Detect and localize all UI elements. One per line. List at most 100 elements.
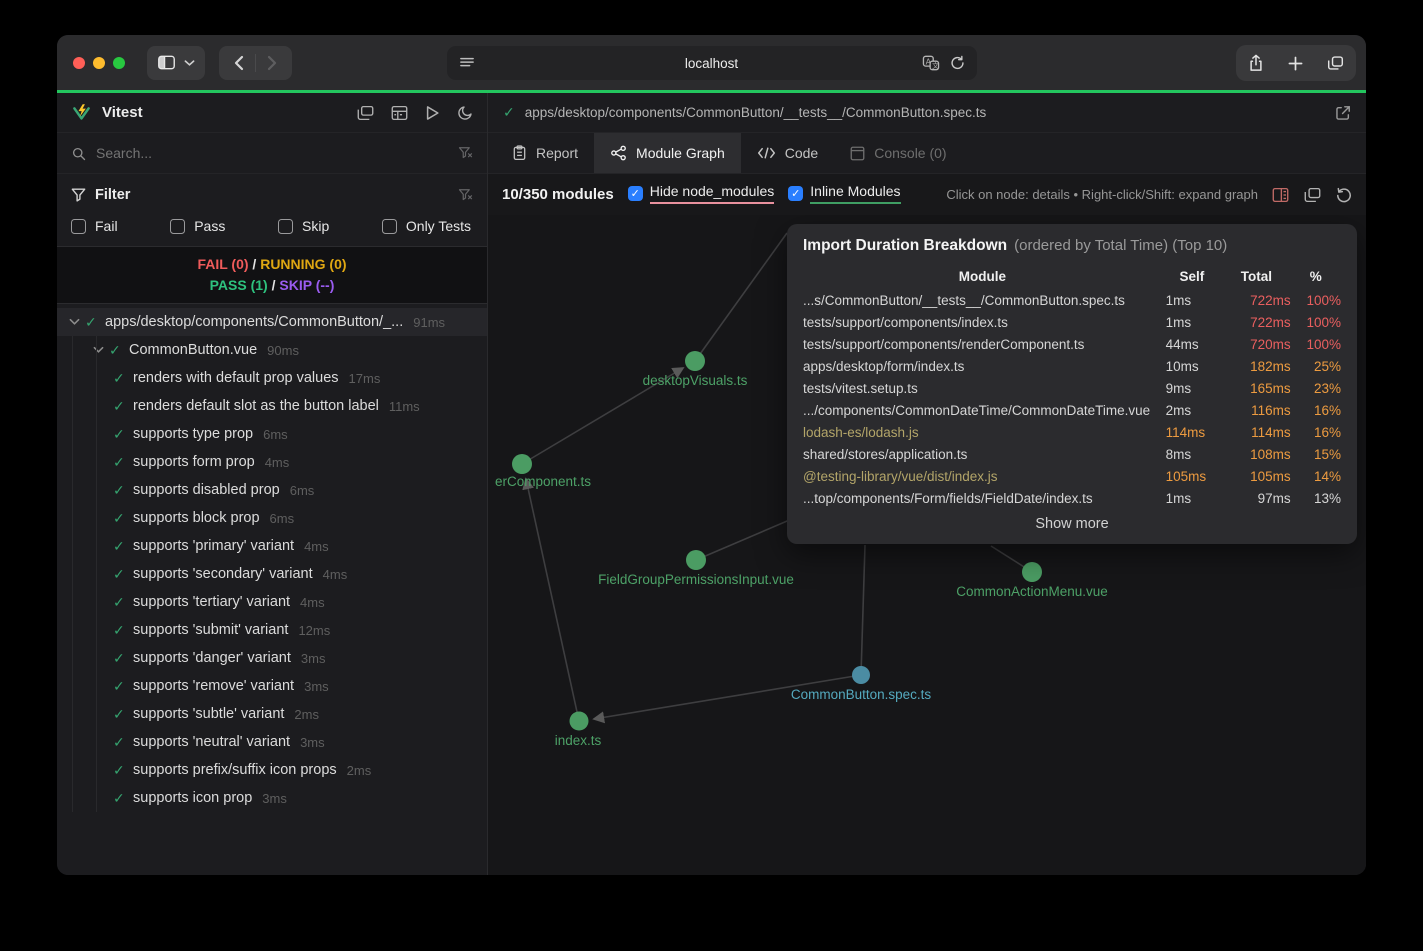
run-all-icon[interactable] (425, 105, 440, 121)
pass-check-icon: ✓ (113, 426, 133, 443)
chevron-down-icon[interactable] (87, 346, 109, 354)
checked-checkbox-icon[interactable]: ✓ (788, 186, 803, 201)
graph-node-desktopvisuals[interactable] (685, 351, 705, 371)
checked-checkbox-icon[interactable]: ✓ (628, 186, 643, 201)
breakdown-row[interactable]: shared/stores/application.ts 8ms 108ms 1… (803, 443, 1341, 465)
test-row[interactable]: ✓ apps/desktop/components/CommonButton/_… (57, 308, 487, 336)
browser-window: localhost A文 (57, 35, 1366, 875)
toggle-inline-modules[interactable]: ✓ Inline Modules (788, 183, 900, 206)
reload-icon[interactable] (950, 55, 965, 71)
pass-check-icon: ✓ (85, 314, 105, 331)
filter-checkbox-skip[interactable]: Skip (278, 218, 329, 234)
test-row[interactable]: ✓ supports 'tertiary' variant 4ms (57, 588, 487, 616)
test-row[interactable]: ✓ supports prefix/suffix icon props 2ms (57, 756, 487, 784)
clear-filter-icon[interactable] (458, 188, 473, 202)
test-tree: ✓ apps/desktop/components/CommonButton/_… (57, 304, 487, 875)
dashboard-icon[interactable] (391, 105, 408, 121)
toggle-hide-node-modules[interactable]: ✓ Hide node_modules (628, 183, 775, 206)
report-icon (512, 145, 527, 161)
graph-node-fieldgrouppermissionsinput[interactable] (686, 550, 706, 570)
graph-node-label: FieldGroupPermissionsInput.vue (598, 572, 794, 587)
graph-node-commonbuttonspec[interactable] (852, 666, 870, 684)
tab-console-0[interactable]: Console (0) (834, 133, 962, 173)
test-row[interactable]: ✓ supports block prop 6ms (57, 504, 487, 532)
new-tab-icon[interactable] (1288, 56, 1303, 71)
legend-icon[interactable] (1272, 187, 1289, 203)
search-input[interactable] (96, 145, 448, 161)
translate-icon[interactable]: A文 (922, 55, 940, 71)
breakdown-row[interactable]: @testing-library/vue/dist/index.js 105ms… (803, 465, 1341, 487)
filter-checkbox-pass[interactable]: Pass (170, 218, 225, 234)
show-more-button[interactable]: Show more (803, 516, 1341, 532)
panels-icon[interactable] (357, 105, 374, 121)
pass-check-icon: ✓ (113, 566, 133, 583)
pass-check-icon: ✓ (113, 762, 133, 779)
test-row[interactable]: ✓ supports 'secondary' variant 4ms (57, 560, 487, 588)
reset-graph-icon[interactable] (1336, 187, 1352, 203)
breakdown-row[interactable]: tests/vitest.setup.ts 9ms 165ms 23% (803, 377, 1341, 399)
test-row[interactable]: ✓ CommonButton.vue 90ms (57, 336, 487, 364)
breakdown-row[interactable]: ...s/CommonButton/__tests__/CommonButton… (803, 289, 1341, 311)
test-row[interactable]: ✓ supports 'submit' variant 12ms (57, 616, 487, 644)
test-row[interactable]: ✓ supports 'remove' variant 3ms (57, 672, 487, 700)
vitest-logo-icon (71, 103, 92, 123)
graph-node-label: erComponent.ts (495, 474, 591, 489)
chevron-down-icon[interactable] (63, 318, 85, 326)
breakdown-col-self: Self (1162, 263, 1222, 289)
minimize-button[interactable] (93, 57, 105, 69)
checkbox-icon (278, 219, 293, 234)
breakdown-row[interactable]: tests/support/components/renderComponent… (803, 333, 1341, 355)
test-row[interactable]: ✓ supports 'neutral' variant 3ms (57, 728, 487, 756)
tab-module-graph[interactable]: Module Graph (594, 133, 741, 173)
console-icon (850, 146, 865, 161)
svg-text:文: 文 (932, 61, 939, 70)
graph-node-rendercomponent[interactable] (512, 454, 532, 474)
dark-mode-icon[interactable] (457, 105, 473, 121)
test-row[interactable]: ✓ supports type prop 6ms (57, 420, 487, 448)
breakdown-row[interactable]: ...top/components/Form/fields/FieldDate/… (803, 487, 1341, 509)
chevron-down-icon (184, 59, 195, 67)
test-row[interactable]: ✓ supports 'danger' variant 3ms (57, 644, 487, 672)
url-text[interactable]: localhost (447, 56, 977, 71)
sidebar-toggle-button[interactable] (147, 46, 205, 80)
main-panel: ✓ apps/desktop/components/CommonButton/_… (488, 93, 1366, 875)
test-row[interactable]: ✓ supports form prop 4ms (57, 448, 487, 476)
modules-count: 10/350 modules (502, 186, 614, 203)
test-row[interactable]: ✓ supports disabled prop 6ms (57, 476, 487, 504)
zoom-button[interactable] (113, 57, 125, 69)
graph-node-commonactionmenu[interactable] (1022, 562, 1042, 582)
pass-check-icon: ✓ (113, 790, 133, 807)
tab-code[interactable]: Code (741, 133, 834, 173)
clear-search-filter-icon[interactable] (458, 146, 473, 160)
graph-node-index[interactable] (570, 712, 589, 731)
close-button[interactable] (73, 57, 85, 69)
test-row[interactable]: ✓ supports 'primary' variant 4ms (57, 532, 487, 560)
filter-label: Filter (95, 187, 130, 203)
filter-checkbox-fail[interactable]: Fail (71, 218, 118, 234)
window-controls (73, 57, 125, 69)
status-line: FAIL (0) / RUNNING (0) (57, 254, 487, 275)
breakdown-subtitle: (ordered by Total Time) (Top 10) (1014, 237, 1227, 254)
open-external-icon[interactable] (1335, 105, 1351, 121)
expand-graph-icon[interactable] (1304, 187, 1321, 203)
filter-checkbox-only-tests[interactable]: Only Tests (382, 218, 471, 234)
pass-check-icon: ✓ (113, 706, 133, 723)
breakdown-col-total: Total (1222, 263, 1291, 289)
test-row[interactable]: ✓ supports icon prop 3ms (57, 784, 487, 812)
test-row[interactable]: ✓ renders with default prop values 17ms (57, 364, 487, 392)
tabs-overview-icon[interactable] (1327, 55, 1344, 71)
breakdown-row[interactable]: apps/desktop/form/index.ts 10ms 182ms 25… (803, 355, 1341, 377)
test-row[interactable]: ✓ supports 'subtle' variant 2ms (57, 700, 487, 728)
breakdown-row[interactable]: tests/support/components/index.ts 1ms 72… (803, 311, 1341, 333)
breakdown-row[interactable]: lodash-es/lodash.js 114ms 114ms 16% (803, 421, 1341, 443)
status-running: RUNNING (0) (260, 256, 346, 272)
forward-button[interactable] (256, 49, 288, 77)
breakdown-row[interactable]: .../components/CommonDateTime/CommonDate… (803, 399, 1341, 421)
share-icon[interactable] (1248, 54, 1264, 72)
back-button[interactable] (223, 49, 255, 77)
module-graph-canvas[interactable]: desktopVisuals.ts erComponent.ts FieldGr… (488, 215, 1366, 875)
address-bar[interactable]: localhost A文 (447, 46, 977, 80)
status-pass: PASS (1) (210, 277, 268, 293)
tab-report[interactable]: Report (496, 133, 594, 173)
test-row[interactable]: ✓ renders default slot as the button lab… (57, 392, 487, 420)
